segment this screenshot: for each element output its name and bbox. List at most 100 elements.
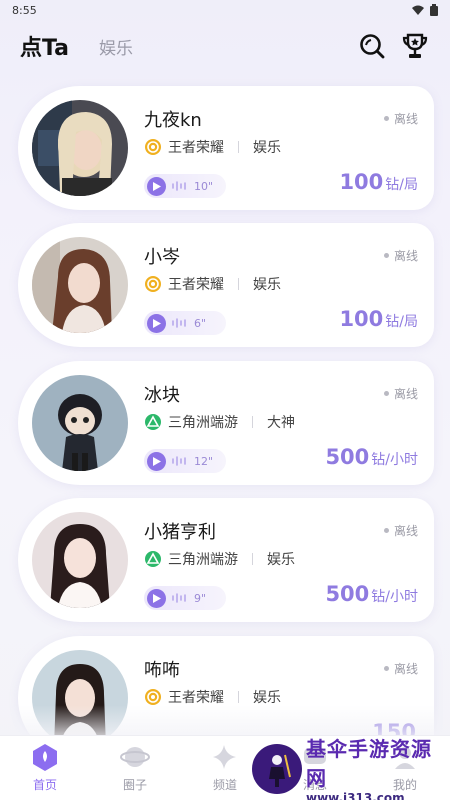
waveform-icon (172, 181, 186, 191)
category-name: 大神 (267, 415, 295, 431)
player-card[interactable]: 小岑 离线 王者荣耀 娱乐 6" 100 钻/局 (18, 223, 434, 347)
app-title: 点Ta (20, 36, 70, 61)
price-unit: 钻/小时 (371, 452, 418, 468)
play-icon[interactable] (147, 588, 166, 608)
voice-intro-button[interactable]: 6" (144, 311, 226, 335)
online-status: 离线 (383, 247, 418, 264)
price-value: 100 (339, 170, 384, 194)
game-name: 三角洲端游 (168, 552, 238, 568)
status-dot (383, 116, 389, 121)
avatar (32, 375, 128, 471)
home-icon (30, 742, 60, 772)
online-status: 离线 (383, 385, 418, 402)
waveform-icon (172, 593, 186, 603)
battery-icon (430, 4, 438, 16)
avatar (32, 512, 128, 608)
waveform-icon (172, 456, 186, 466)
honor-of-kings-icon (145, 689, 161, 705)
tag-divider (238, 278, 239, 290)
tab-home[interactable]: 首页 (0, 736, 90, 800)
waveform-icon (172, 318, 186, 328)
watermark-url: www.j313.com (306, 791, 405, 800)
voice-duration: 10" (194, 179, 214, 193)
game-tags: 三角洲端游 娱乐 (144, 549, 295, 569)
voice-duration: 6" (194, 316, 207, 330)
status-text: 离线 (393, 524, 418, 538)
trophy-icon[interactable] (400, 31, 430, 61)
player-name: 小岑 (144, 247, 180, 268)
category-name: 娱乐 (253, 140, 281, 156)
player-name: 冰块 (144, 385, 180, 406)
player-card[interactable]: 小猪亨利 离线 三角洲端游 娱乐 9" 500 钻/小时 (18, 498, 434, 622)
game-tags: 三角洲端游 大神 (144, 412, 295, 432)
status-text: 离线 (393, 662, 418, 676)
game-name: 三角洲端游 (168, 415, 238, 431)
voice-intro-button[interactable]: 10" (144, 174, 226, 198)
status-text: 离线 (393, 112, 418, 126)
watermark-title: 基伞手游资源网 (306, 737, 432, 790)
price: 100 钻/局 (339, 307, 418, 331)
honor-of-kings-icon (145, 139, 161, 155)
search-icon[interactable] (358, 32, 386, 60)
watermark-text: 基伞手游资源网 www.j313.com (306, 733, 444, 800)
category-name: 娱乐 (253, 277, 281, 293)
game-name: 王者荣耀 (168, 140, 224, 156)
status-dot (383, 666, 389, 671)
online-status: 离线 (383, 522, 418, 539)
sparkle-icon (210, 742, 240, 772)
voice-duration: 12" (194, 454, 214, 468)
tab-label: 圈子 (122, 778, 147, 792)
tag-divider (252, 416, 253, 428)
price-value: 100 (339, 307, 384, 331)
status-text: 离线 (393, 249, 418, 263)
price-unit: 钻/小时 (371, 589, 418, 605)
watermark: 基伞手游资源网 www.j313.com (252, 737, 444, 800)
play-icon[interactable] (147, 176, 166, 196)
price: 500 钻/小时 (325, 582, 418, 606)
header: 点Ta 娱乐 (0, 26, 450, 66)
player-card[interactable]: 冰块 离线 三角洲端游 大神 12" 500 钻/小时 (18, 361, 434, 485)
voice-duration: 9" (194, 591, 207, 605)
tag-divider (238, 691, 239, 703)
status-time: 8:55 (12, 3, 37, 17)
game-name: 王者荣耀 (168, 277, 224, 293)
tab-circle[interactable]: 圈子 (90, 736, 180, 800)
play-icon[interactable] (147, 451, 166, 471)
price: 100 钻/局 (339, 170, 418, 194)
price: 500 钻/小时 (325, 445, 418, 469)
delta-force-icon (145, 551, 161, 567)
avatar (32, 237, 128, 333)
game-tags: 王者荣耀 娱乐 (144, 274, 281, 294)
tab-entertainment[interactable]: 娱乐 (99, 34, 133, 59)
header-icons (358, 31, 430, 61)
game-tags: 王者荣耀 娱乐 (144, 687, 281, 707)
category-name: 娱乐 (267, 552, 295, 568)
tag-divider (238, 141, 239, 153)
player-name: 咘咘 (144, 660, 180, 681)
player-card[interactable]: 九夜kn 离线 王者荣耀 娱乐 10" 100 钻/局 (18, 86, 434, 210)
game-tags: 王者荣耀 娱乐 (144, 137, 281, 157)
category-name: 娱乐 (253, 690, 281, 706)
player-name: 小猪亨利 (144, 522, 216, 543)
status-dot (383, 528, 389, 533)
status-icons (412, 4, 438, 16)
price-unit: 钻/局 (385, 314, 418, 330)
status-bar: 8:55 (0, 0, 450, 20)
player-name: 九夜kn (144, 110, 202, 131)
status-dot (383, 253, 389, 258)
price-unit: 钻/局 (385, 177, 418, 193)
tab-label: 首页 (32, 778, 57, 792)
price-value: 500 (325, 582, 370, 606)
status-text: 离线 (393, 387, 418, 401)
wifi-icon (412, 5, 424, 15)
status-dot (383, 391, 389, 396)
voice-intro-button[interactable]: 9" (144, 586, 226, 610)
play-icon[interactable] (147, 313, 166, 333)
planet-icon (120, 742, 150, 772)
tag-divider (252, 553, 253, 565)
online-status: 离线 (383, 660, 418, 677)
voice-intro-button[interactable]: 12" (144, 449, 226, 473)
online-status: 离线 (383, 110, 418, 127)
game-name: 王者荣耀 (168, 690, 224, 706)
honor-of-kings-icon (145, 276, 161, 292)
